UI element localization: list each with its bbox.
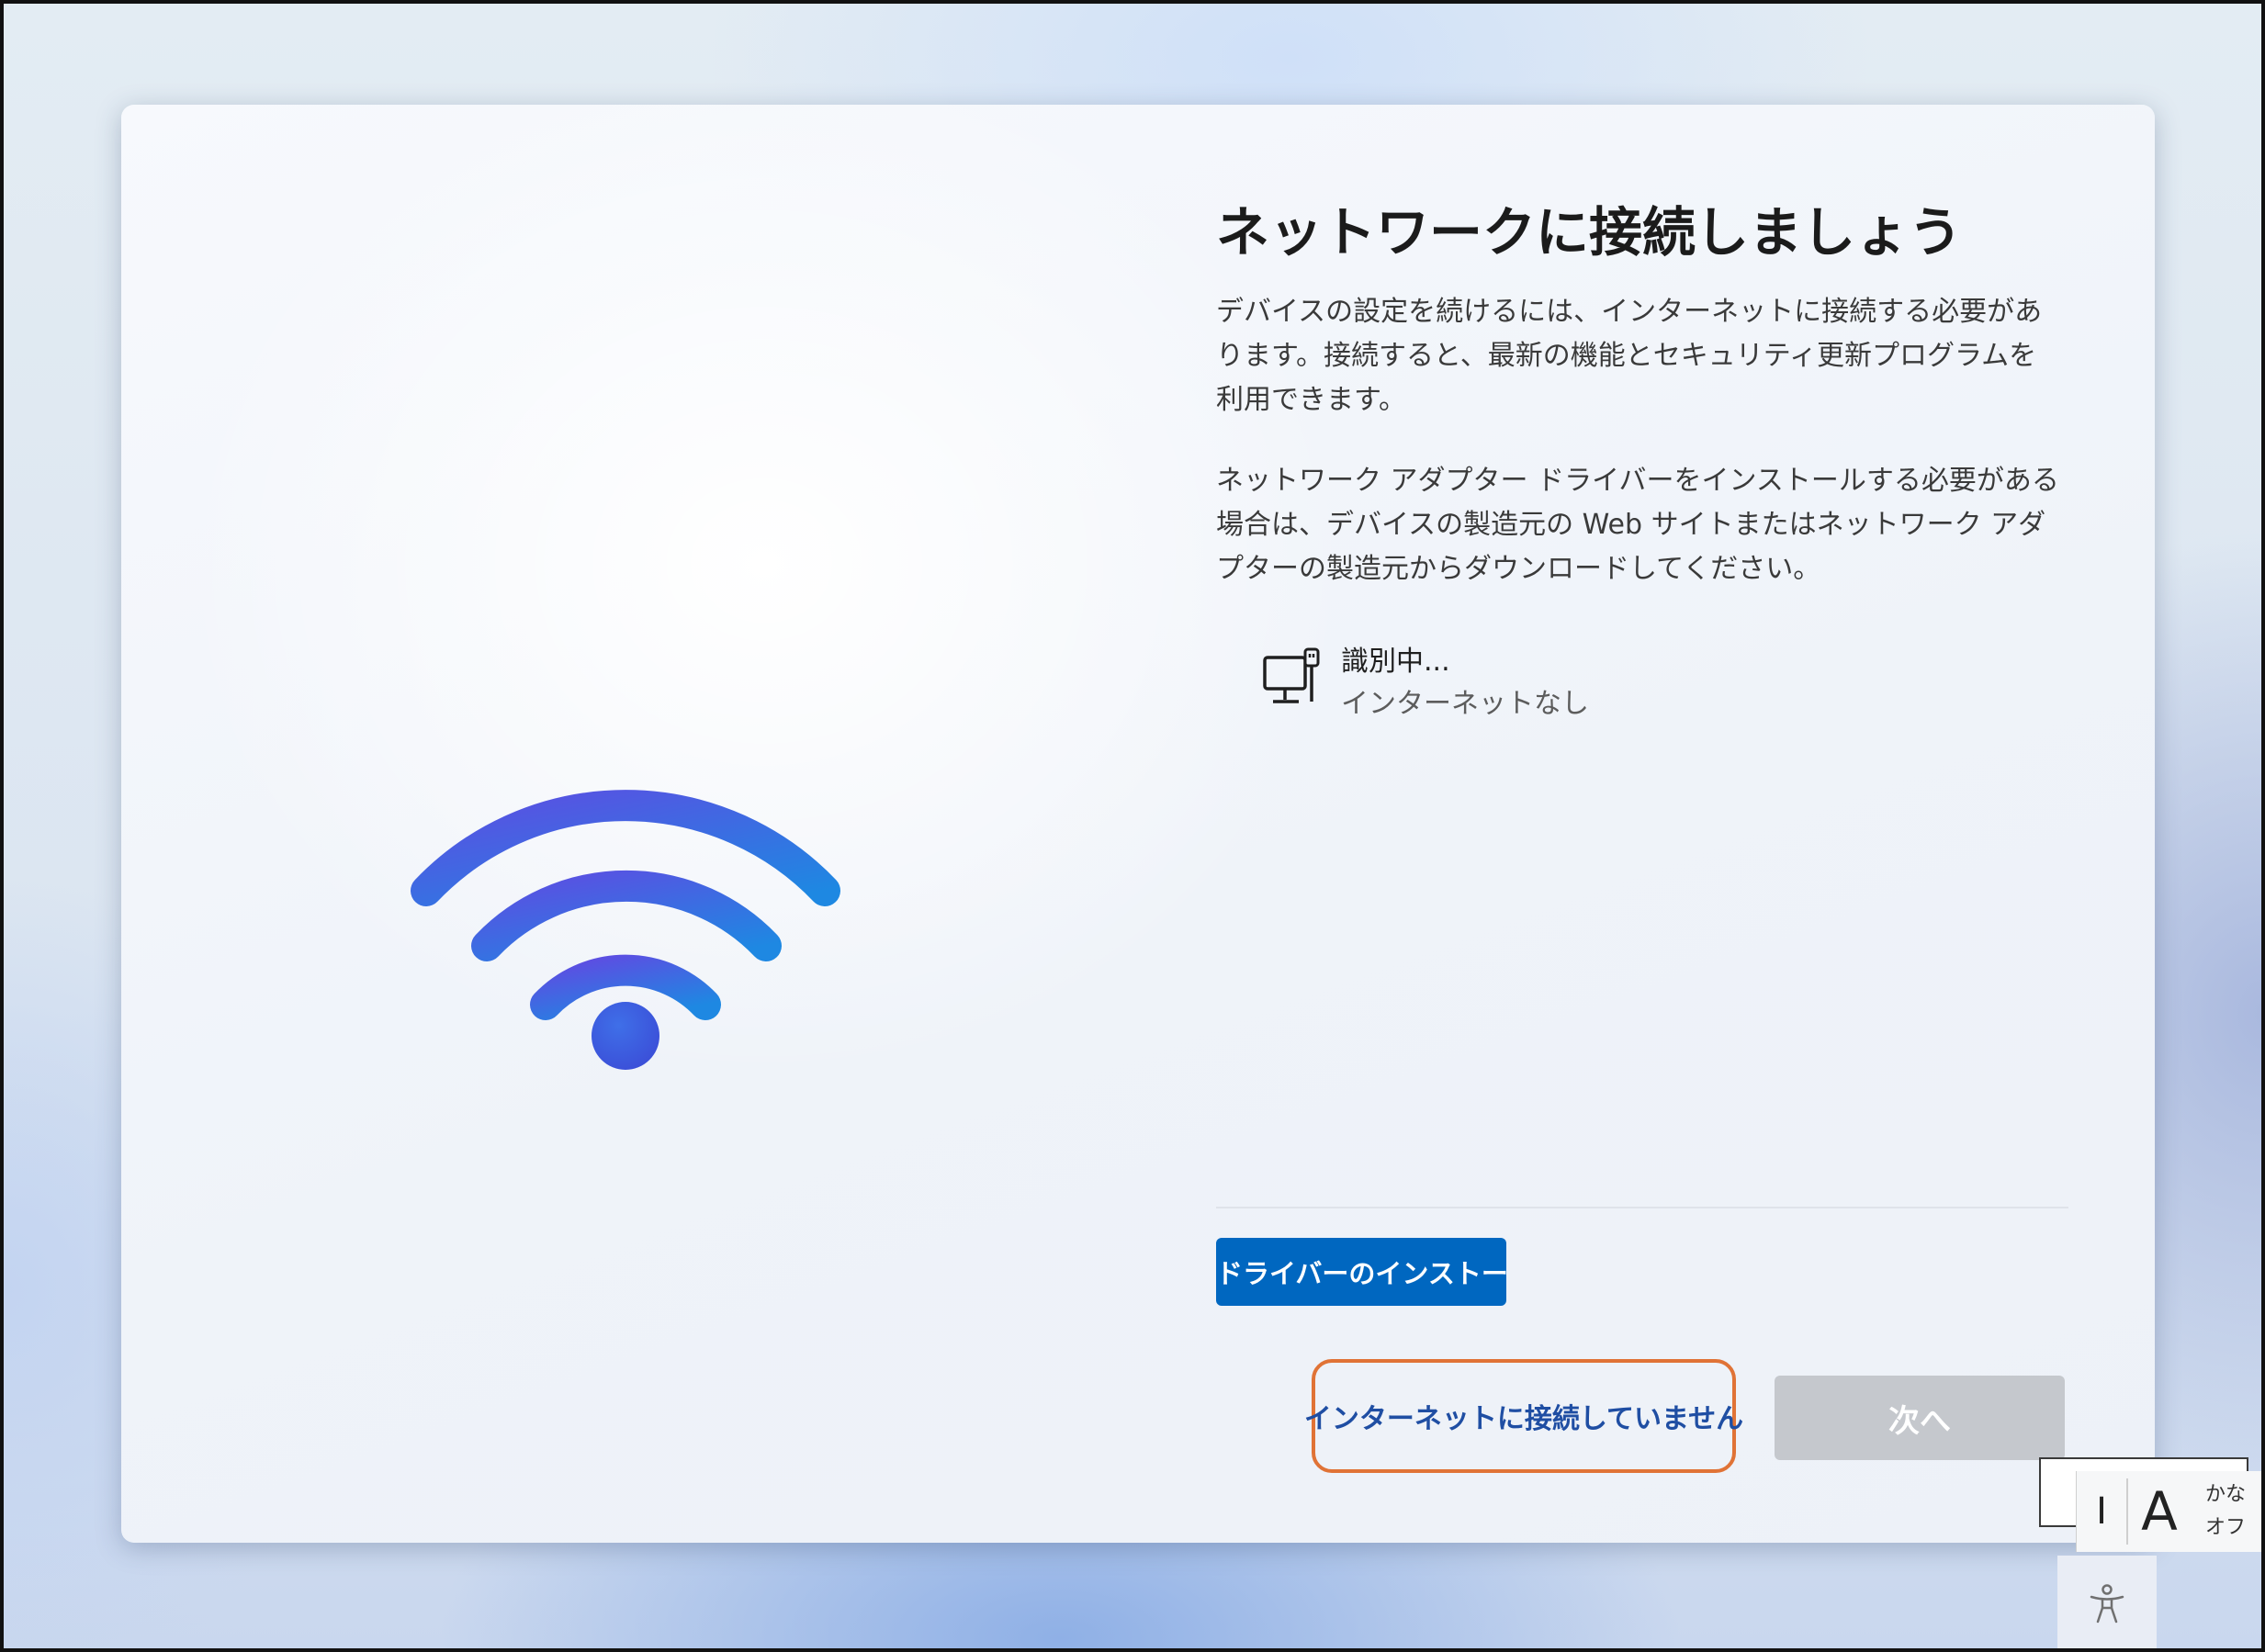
next-button[interactable]: 次へ xyxy=(1775,1376,2065,1460)
description-text-2: ネットワーク アダプター ドライバーをインストールする必要がある場合は、デバイス… xyxy=(1216,465,2059,585)
oobe-screen: ネットワークに接続しましょう デバイスの設定を続けるには、インターネットに接続す… xyxy=(0,0,2265,1652)
divider xyxy=(1216,1207,2068,1208)
ime-separator xyxy=(2126,1478,2128,1545)
ime-input-mode[interactable]: A xyxy=(2135,1478,2183,1545)
setup-card: ネットワークに接続しましょう デバイスの設定を続けるには、インターネットに接続す… xyxy=(121,105,2155,1543)
page-title: ネットワークに接続しましょう xyxy=(1216,201,1963,264)
wifi-illustration-icon xyxy=(411,790,840,1070)
ime-kana-line1: かな xyxy=(2205,1483,2247,1506)
accessibility-icon xyxy=(2090,1583,2124,1623)
network-name: 識別中... xyxy=(1341,646,1450,678)
accessibility-button[interactable] xyxy=(2057,1556,2157,1648)
network-status: インターネットなし xyxy=(1341,688,1589,720)
install-driver-button[interactable]: ドライバーのインストー xyxy=(1216,1238,1508,1306)
no-internet-link[interactable]: インターネットに接続していません xyxy=(1304,1359,1743,1473)
ime-kana-toggle[interactable]: かな オフ xyxy=(2205,1478,2260,1545)
ime-toolbar[interactable]: I A かな オフ xyxy=(2076,1471,2261,1552)
ime-kana-line2: オフ xyxy=(2205,1516,2247,1539)
wired-network-icon xyxy=(1263,647,1320,703)
no-internet-label: インターネットに接続していません xyxy=(1303,1403,1744,1435)
network-list-item[interactable]: 識別中... インターネットなし xyxy=(1262,641,1721,742)
description-text-1: デバイスの設定を続けるには、インターネットに接続する必要があります。接続すると、… xyxy=(1216,296,2043,416)
ime-cursor-icon[interactable]: I xyxy=(2084,1486,2119,1537)
